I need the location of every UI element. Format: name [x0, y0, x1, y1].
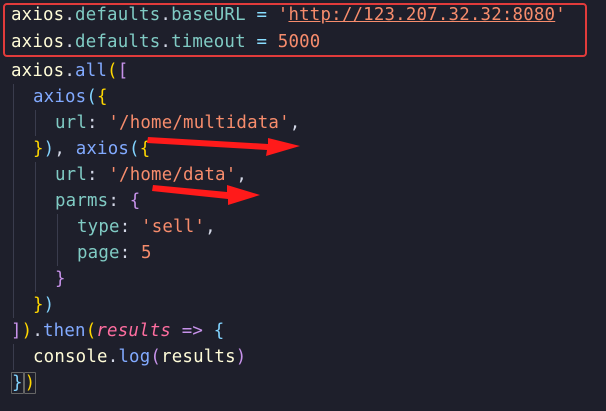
token-comma: ,: [236, 165, 248, 185]
token-comma: ,: [54, 139, 76, 159]
token-dot: .: [64, 61, 76, 81]
token-brace: }: [33, 139, 44, 159]
code-line-5: url: '/home/multidata',: [55, 110, 300, 136]
token-brace: {: [97, 87, 108, 107]
code-line-7: url: '/home/data',: [55, 162, 247, 188]
token-colon: :: [119, 217, 142, 237]
token-dot: .: [32, 321, 44, 341]
token-paren: (: [129, 139, 140, 159]
code-line-11: }: [55, 266, 66, 292]
token-key: type: [77, 217, 120, 237]
code-line-3: axios.all([: [11, 58, 128, 84]
token-function: axios: [33, 87, 87, 107]
token-paren: ): [23, 372, 37, 394]
indent-guide: [13, 344, 14, 370]
token-identifier: results: [161, 347, 236, 367]
code-line-15: }): [11, 370, 37, 396]
code-line-9: type: 'sell',: [77, 214, 216, 240]
token-key: url: [55, 165, 88, 185]
token-key: url: [55, 113, 88, 133]
token-brace: }: [33, 295, 44, 315]
token-paren: ): [235, 347, 247, 367]
token-brace: }: [55, 269, 66, 289]
indent-guide: [35, 110, 36, 136]
code-line-8: parms: {: [55, 188, 140, 214]
indent-guide: [57, 214, 58, 266]
token-function: all: [75, 61, 108, 81]
token-colon: :: [87, 113, 109, 133]
token-brace: {: [129, 191, 141, 211]
token-key: page: [77, 243, 120, 263]
token-paren: ): [21, 321, 33, 341]
token-key: parms: [55, 191, 109, 211]
token-arrow: =>: [171, 321, 214, 341]
token-function: log: [118, 347, 151, 367]
code-editor[interactable]: axios.defaults.baseURL = 'http://123.207…: [0, 0, 606, 411]
code-line-4: axios({: [33, 84, 108, 110]
indent-guide: [35, 162, 36, 292]
annotation-arrow-1: [147, 137, 300, 156]
token-brace: }: [11, 372, 24, 394]
token-parameter: results: [96, 321, 172, 341]
token-bracket: ]: [11, 321, 22, 341]
token-colon: :: [119, 243, 142, 263]
token-brace: {: [139, 139, 151, 159]
token-number: 5: [141, 243, 152, 263]
code-line-14: console.log(results): [33, 344, 246, 370]
code-line-13: ]).then(results => {: [11, 318, 224, 344]
token-identifier: console: [33, 347, 108, 367]
code-line-10: page: 5: [77, 240, 152, 266]
token-colon: :: [108, 191, 130, 211]
token-function: axios: [75, 139, 130, 159]
highlight-box: [3, 3, 587, 57]
token-brace: {: [213, 321, 225, 341]
indent-guide: [13, 84, 14, 318]
token-paren: ): [43, 139, 55, 159]
token-paren: (: [150, 347, 162, 367]
annotation-arrow-2: [152, 185, 260, 205]
code-line-6: }), axios({: [33, 136, 150, 162]
token-identifier: axios: [11, 61, 65, 81]
token-string: 'sell': [141, 217, 206, 237]
token-paren: (: [86, 87, 98, 107]
token-paren: (: [107, 61, 118, 81]
token-colon: :: [87, 165, 109, 185]
token-paren: (: [85, 321, 97, 341]
token-paren: ): [43, 295, 55, 315]
token-function: then: [43, 321, 86, 341]
token-string: '/home/multidata': [108, 113, 290, 133]
token-string: '/home/data': [108, 165, 237, 185]
code-line-12: }): [33, 292, 54, 318]
token-comma: ,: [205, 217, 216, 237]
token-comma: ,: [289, 113, 301, 133]
token-dot: .: [107, 347, 119, 367]
token-bracket: [: [117, 61, 129, 81]
